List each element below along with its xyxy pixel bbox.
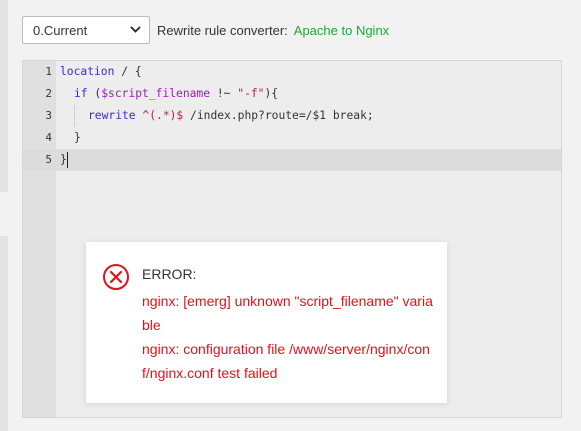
error-dialog: ERROR: nginx: [emerg] unknown "script_fi… — [86, 242, 447, 403]
operator-token: !~ — [210, 87, 238, 100]
line-number: 1 — [45, 65, 52, 78]
keyword: if — [74, 87, 88, 100]
string-token: "-f" — [237, 87, 265, 100]
converter-label: Rewrite rule converter: — [157, 22, 288, 38]
version-select-value: 0.Current — [33, 22, 88, 38]
code-text: ( — [87, 87, 102, 100]
keyword: location — [60, 65, 115, 78]
code-text: ){ — [264, 87, 279, 100]
line-number: 5 — [45, 153, 52, 166]
error-message-line: nginx: [emerg] unknown "script_filename"… — [142, 293, 433, 333]
left-edge-strip-lower — [0, 236, 8, 431]
rewrite-panel: 0.Current Rewrite rule converter: Apache… — [0, 0, 581, 431]
error-message-line: nginx: configuration file /www/server/ng… — [142, 341, 430, 381]
variable-token: $script_filename — [101, 87, 211, 100]
code-line: 4 } — [23, 127, 561, 149]
keyword: rewrite — [88, 109, 136, 122]
code-line: 1 location / { — [23, 61, 561, 83]
line-text: } — [60, 153, 67, 166]
line-text: } — [74, 131, 81, 144]
chevron-down-icon — [130, 25, 141, 36]
line-text: if ($script_filename !~ "-f"){ — [74, 83, 278, 105]
error-x-icon — [102, 263, 130, 291]
text-cursor — [67, 152, 68, 168]
code-line-active: 5 } — [23, 149, 561, 171]
version-select[interactable]: 0.Current — [22, 16, 150, 44]
left-edge-strip — [0, 0, 8, 192]
apache-to-nginx-link[interactable]: Apache to Nginx — [294, 23, 389, 38]
line-text: rewrite ^(.*)$ /index.php?route=/$1 brea… — [88, 105, 374, 127]
code-text: /index.php?route=/$1 break; — [183, 109, 374, 122]
indent-guide — [74, 105, 75, 127]
line-number: 3 — [45, 109, 52, 122]
line-number: 2 — [45, 87, 52, 100]
error-message: nginx: [emerg] unknown "script_filename"… — [142, 289, 434, 385]
code-text: / { — [114, 65, 142, 78]
error-title: ERROR: — [142, 266, 197, 282]
code-line: 3 rewrite ^(.*)$ /index.php?route=/$1 br… — [23, 105, 561, 127]
line-text: location / { — [60, 61, 142, 83]
line-number: 4 — [45, 131, 52, 144]
code-line: 2 if ($script_filename !~ "-f"){ — [23, 83, 561, 105]
toolbar: 0.Current Rewrite rule converter: Apache… — [22, 15, 389, 45]
code-lines: 1 location / { 2 if ($script_filename !~… — [23, 61, 561, 171]
regex-token: ^(.*)$ — [142, 109, 184, 122]
